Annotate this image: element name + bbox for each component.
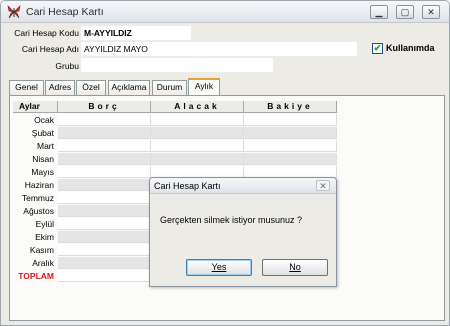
- confirm-dialog: Cari Hesap Kartı ✕ Gerçekten silmek isti…: [149, 177, 337, 287]
- credit-cell[interactable]: [151, 127, 244, 139]
- debit-cell[interactable]: [58, 153, 151, 165]
- window-title: Cari Hesap Kartı: [26, 6, 104, 18]
- no-button-label: No: [289, 262, 301, 272]
- main-window: Cari Hesap Kartı ▁ ▢ ✕ Cari Hesap Kodu M…: [0, 0, 450, 326]
- month-label: Nisan: [13, 153, 56, 165]
- month-label: Kasım: [13, 244, 56, 256]
- checkmark-icon: ✔: [373, 43, 382, 53]
- col-header-debit[interactable]: Borç: [58, 101, 151, 113]
- close-button[interactable]: ✕: [422, 5, 440, 19]
- balance-cell[interactable]: [244, 114, 337, 126]
- balance-cell[interactable]: [244, 127, 337, 139]
- debit-cell[interactable]: [58, 114, 151, 126]
- dialog-title: Cari Hesap Kartı: [154, 181, 221, 191]
- close-icon: ✕: [319, 181, 327, 191]
- month-label: Mayıs: [13, 166, 56, 178]
- title-bar[interactable]: Cari Hesap Kartı ▁ ▢ ✕: [1, 1, 449, 23]
- month-label: Ağustos: [13, 205, 56, 217]
- debit-cell[interactable]: [58, 127, 151, 139]
- balance-cell[interactable]: [244, 153, 337, 165]
- close-icon: ✕: [427, 7, 435, 17]
- dialog-close-button[interactable]: ✕: [316, 180, 330, 191]
- tab-adres[interactable]: Adres: [45, 80, 75, 95]
- credit-cell[interactable]: [151, 114, 244, 126]
- debit-cell[interactable]: [58, 218, 151, 230]
- col-header-credit[interactable]: Alacak: [151, 101, 244, 113]
- account-code-label: Cari Hesap Kodu: [14, 28, 79, 38]
- balance-cell[interactable]: [244, 140, 337, 152]
- debit-cell[interactable]: [58, 140, 151, 152]
- tab-aylik[interactable]: Aylık: [188, 78, 220, 96]
- total-row-label: TOPLAM: [13, 270, 56, 282]
- active-checkbox[interactable]: ✔: [372, 43, 383, 54]
- account-name-field[interactable]: AYYILDIZ MAYO: [81, 42, 357, 56]
- debit-cell[interactable]: [58, 192, 151, 204]
- tab-aciklama[interactable]: Açıklama: [108, 80, 150, 95]
- dialog-title-bar[interactable]: Cari Hesap Kartı ✕: [150, 178, 336, 194]
- col-header-balance[interactable]: Bakiye: [244, 101, 337, 113]
- maximize-icon: ▢: [400, 7, 410, 17]
- month-label: Temmuz: [13, 192, 56, 204]
- yes-button[interactable]: Yes: [186, 259, 252, 276]
- month-label: Mart: [13, 140, 56, 152]
- tab-genel[interactable]: Genel: [9, 80, 44, 95]
- debit-cell[interactable]: [58, 231, 151, 243]
- month-label: Haziran: [13, 179, 56, 191]
- group-field[interactable]: [81, 58, 273, 72]
- no-button[interactable]: No: [262, 259, 328, 276]
- maximize-button[interactable]: ▢: [396, 5, 414, 19]
- active-checkbox-label[interactable]: Kullanımda: [386, 43, 435, 53]
- butterfly-app-icon: [7, 5, 21, 19]
- tab-ozel[interactable]: Özel: [76, 80, 106, 95]
- month-label: Eylül: [13, 218, 56, 230]
- debit-cell[interactable]: [58, 205, 151, 217]
- col-header-months: Aylar: [13, 101, 58, 113]
- group-label: Grubu: [55, 61, 79, 71]
- minimize-icon: ▁: [375, 7, 383, 17]
- minimize-button[interactable]: ▁: [370, 5, 388, 19]
- account-code-field[interactable]: M-AYYILDIZ: [81, 26, 191, 40]
- tab-durum[interactable]: Durum: [152, 80, 187, 95]
- debit-cell[interactable]: [58, 270, 151, 282]
- month-label: Aralık: [13, 257, 56, 269]
- debit-cell[interactable]: [58, 257, 151, 269]
- dialog-message: Gerçekten silmek istiyor musunuz ?: [160, 215, 303, 225]
- yes-button-label: Yes: [211, 262, 227, 272]
- debit-cell[interactable]: [58, 244, 151, 256]
- debit-cell[interactable]: [58, 166, 151, 178]
- month-label: Şubat: [13, 127, 56, 139]
- month-label: Ekim: [13, 231, 56, 243]
- credit-cell[interactable]: [151, 153, 244, 165]
- credit-cell[interactable]: [151, 140, 244, 152]
- debit-cell[interactable]: [58, 179, 151, 191]
- month-label: Ocak: [13, 114, 56, 126]
- account-name-label: Cari Hesap Adı: [21, 44, 79, 54]
